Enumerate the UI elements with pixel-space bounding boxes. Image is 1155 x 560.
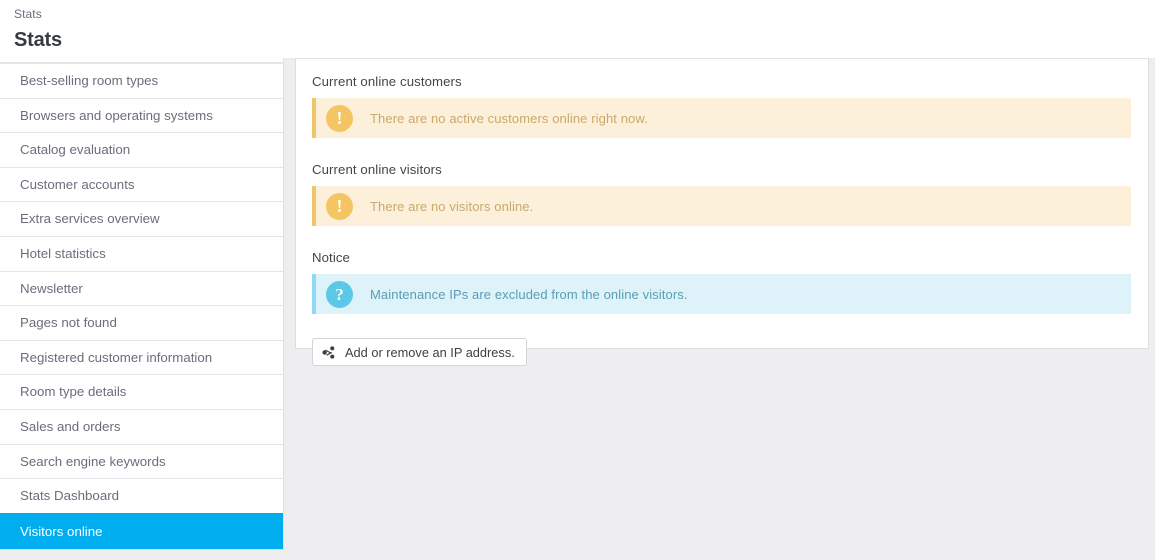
visitors-online-panel: Current online customers! There are no ac… [295, 58, 1149, 366]
button-label: Add or remove an IP address. [345, 344, 515, 360]
section-label-current-online-visitors: Current online visitors [312, 162, 442, 177]
sidebar-item-hotel-statistics[interactable]: Hotel statistics [0, 235, 283, 271]
sidebar-item-stats-dashboard[interactable]: Stats Dashboard [0, 478, 283, 513]
sidebar-item-registered-customer-information[interactable]: Registered customer information [0, 339, 283, 375]
sidebar-item-visitors-online[interactable]: Visitors online [0, 512, 283, 549]
alert-message: Maintenance IPs are excluded from the on… [370, 286, 688, 302]
alert-message: There are no visitors online. [370, 198, 534, 214]
sidebar-item-search-engine-keywords[interactable]: Search engine keywords [0, 443, 283, 479]
sidebar-item-catalog-evaluation[interactable]: Catalog evaluation [0, 132, 283, 167]
sidebar-item-extra-services-overview[interactable]: Extra services overview [0, 201, 283, 236]
stats-sidebar-nav: Best-selling room types Browsers and oper… [0, 58, 284, 550]
sidebar-item-room-type-details[interactable]: Room type details [0, 374, 283, 409]
question-circle-icon: ? [326, 280, 353, 308]
page-body: Best-selling room types Browsers and oper… [0, 58, 1155, 560]
sidebar-item-best-selling-room-types[interactable]: Best-selling room types [0, 63, 283, 98]
share-alt-icon [322, 345, 340, 359]
alert-message: There are no active customers online rig… [370, 110, 648, 126]
page-title: Stats [14, 29, 62, 51]
section-label-notice: Notice [312, 250, 350, 265]
sidebar-item-sales-and-orders[interactable]: Sales and orders [0, 408, 283, 444]
exclamation-circle-icon: ! [326, 192, 353, 220]
alert-warning: ! There are no active customers online ri… [312, 98, 1131, 138]
sidebar-item-browsers-and-operating-systems[interactable]: Browsers and operating systems [0, 97, 283, 133]
sidebar-item-pages-not-found[interactable]: Pages not found [0, 305, 283, 340]
alert-info: ? Maintenance IPs are excluded from the o… [312, 274, 1131, 314]
sidebar-item-newsletter[interactable]: Newsletter [0, 270, 283, 306]
exclamation-circle-icon: ! [326, 104, 353, 132]
page-header: Stats Stats [0, 0, 1155, 58]
breadcrumb: Stats [14, 7, 42, 21]
section-label-current-online-customers: Current online customers [312, 74, 462, 89]
add-or-remove-ip-button[interactable]: Add or remove an IP address. [312, 338, 527, 366]
alert-warning: ! There are no visitors online. [312, 186, 1131, 226]
sidebar-item-customer-accounts[interactable]: Customer accounts [0, 166, 283, 202]
